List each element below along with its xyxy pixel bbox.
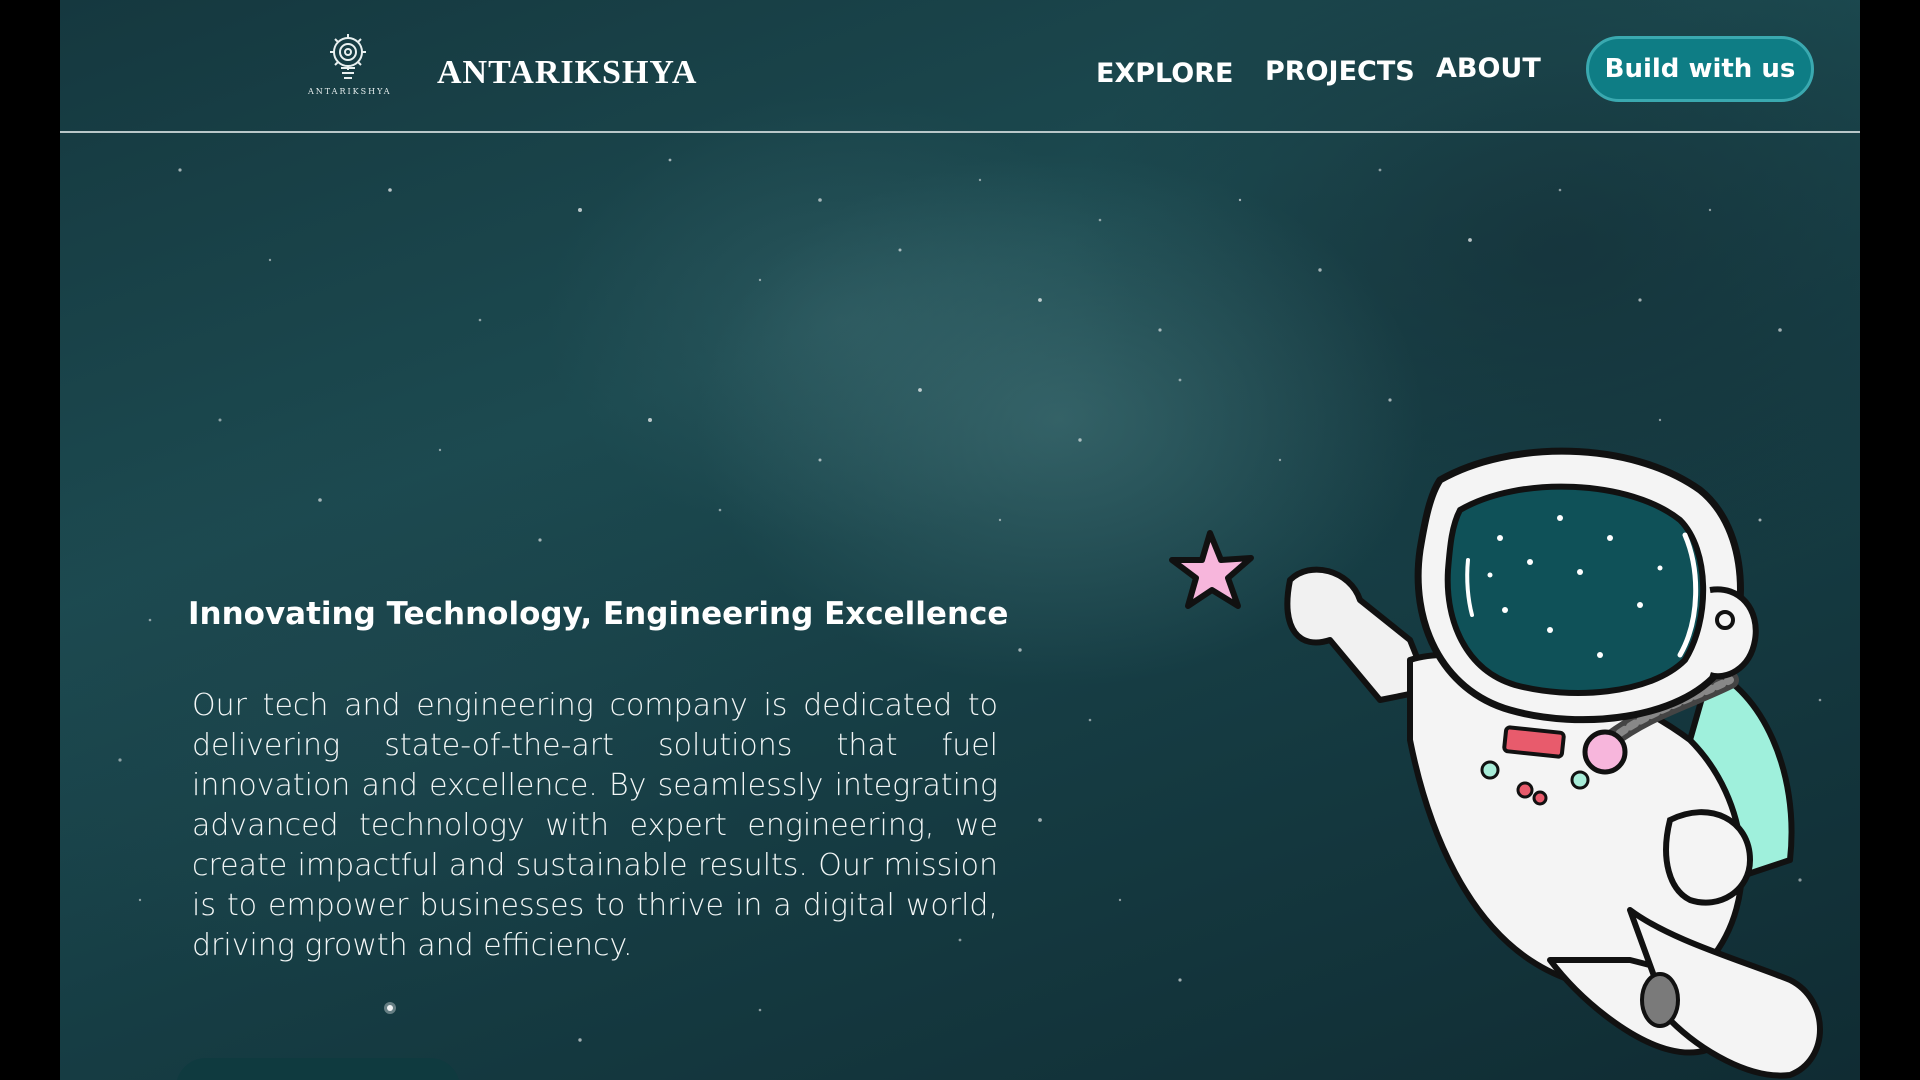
nav-explore[interactable]: EXPLORE (1096, 58, 1233, 89)
brand-name[interactable]: ANTARIKSHYA (437, 54, 697, 92)
page: ANTARIKSHYA ANTARIKSHYA EXPLORE PROJECTS… (60, 0, 1860, 1080)
nav-about[interactable]: ABOUT (1436, 53, 1541, 84)
hero-cta-button[interactable] (176, 1058, 460, 1080)
build-with-us-button[interactable]: Build with us (1586, 36, 1814, 102)
hero-heading: Innovating Technology, Engineering Excel… (188, 596, 1009, 632)
star-icon (1169, 530, 1254, 609)
logo-wordmark-small: ANTARIKSHYA (308, 87, 392, 96)
astronaut-illustration (1169, 447, 1823, 1079)
hero-description: Our tech and engineering company is dedi… (192, 688, 998, 963)
nav-projects[interactable]: PROJECTS (1265, 56, 1415, 87)
top-navigation-bar: ANTARIKSHYA ANTARIKSHYA EXPLORE PROJECTS… (60, 0, 1860, 133)
